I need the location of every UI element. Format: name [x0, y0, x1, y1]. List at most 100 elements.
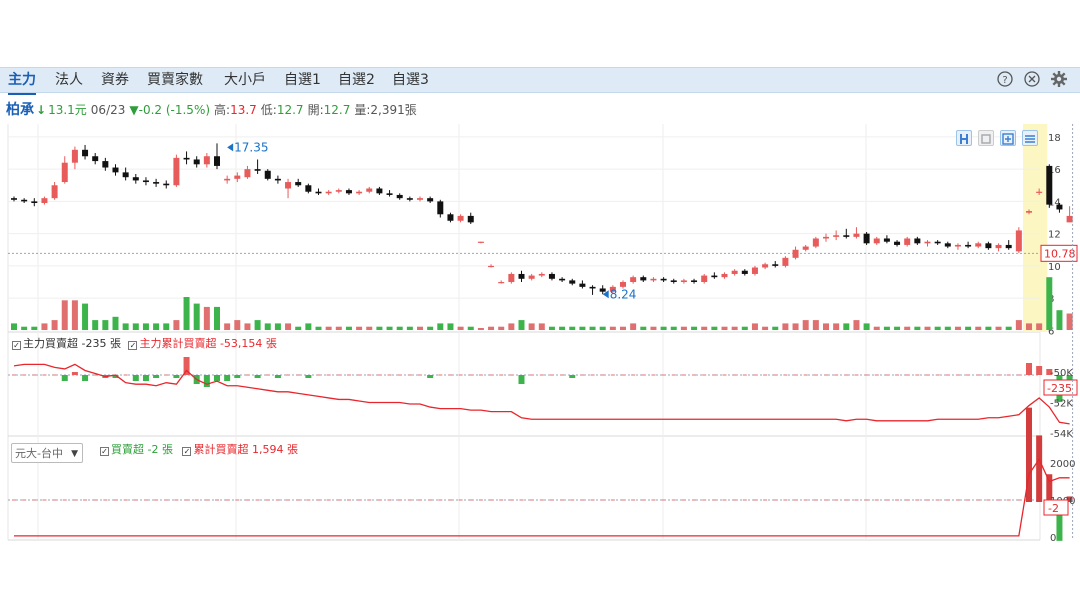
net-bar — [1026, 363, 1032, 375]
price-tick-label: 18 — [1048, 133, 1061, 144]
net-bar — [225, 499, 230, 501]
volume-bar — [823, 323, 829, 330]
net-bar — [194, 499, 199, 501]
volume-bar — [975, 326, 982, 330]
volume-bar — [224, 323, 231, 330]
candle-body — [802, 246, 809, 250]
branch-select[interactable]: 元大-台中 ▼ — [11, 443, 83, 463]
candle-body — [183, 157, 190, 160]
volume-bar — [21, 326, 28, 330]
candle-body — [142, 180, 149, 183]
volume-bar — [965, 326, 972, 330]
volume-bar — [741, 326, 748, 330]
net-bar — [834, 499, 839, 501]
net-bar — [133, 499, 138, 501]
net-bar — [82, 375, 89, 381]
checkbox-icon[interactable]: ✓ — [128, 341, 138, 350]
candle-body — [386, 193, 393, 195]
volume-bar — [599, 326, 606, 330]
main-force-tick-label: -50K — [1050, 368, 1073, 379]
volume-bar — [1056, 310, 1063, 330]
net-bar — [123, 499, 128, 501]
volume-bar — [569, 326, 576, 330]
net-bar — [377, 499, 382, 501]
net-bar — [813, 374, 818, 376]
volume-bar — [772, 326, 779, 330]
volume-bar — [508, 323, 515, 330]
checkbox-icon[interactable]: ✓ — [12, 341, 21, 350]
candle-body — [345, 190, 352, 194]
volume-bar — [1066, 313, 1073, 330]
net-bar — [580, 374, 585, 376]
reset-icon[interactable] — [978, 130, 994, 146]
volume-bar — [376, 326, 383, 330]
net-bar — [631, 499, 636, 501]
net-bar — [357, 499, 362, 501]
settings-list-icon[interactable] — [1022, 130, 1038, 146]
candle-body — [823, 236, 829, 239]
candle-body — [538, 273, 545, 276]
net-bar — [154, 499, 159, 501]
candle-body — [193, 159, 200, 165]
volume-bar — [295, 326, 302, 330]
chevron-down-icon: ▼ — [71, 449, 78, 459]
net-bar — [428, 499, 433, 501]
net-bar — [549, 499, 554, 501]
net-bar — [783, 374, 788, 376]
net-bar — [93, 499, 98, 501]
annotation-arrow-icon — [227, 143, 234, 152]
volume-bar — [193, 303, 200, 330]
candle-body — [559, 278, 566, 281]
volume-bar — [1005, 326, 1012, 330]
net-bar — [418, 499, 422, 501]
net-bar — [793, 499, 798, 501]
candle-body — [863, 233, 870, 244]
candle-body — [102, 161, 109, 168]
volume-bar — [41, 323, 48, 330]
net-bar — [925, 499, 930, 501]
net-bar — [367, 374, 372, 376]
net-bar — [418, 374, 422, 376]
volume-bar — [630, 323, 637, 330]
candle-body — [508, 273, 515, 283]
volume-bar — [477, 328, 484, 330]
volume-bar — [904, 326, 911, 330]
candle-body — [71, 149, 78, 163]
net-bar — [915, 374, 920, 376]
net-bar — [610, 499, 615, 501]
net-bar — [610, 374, 615, 376]
branch-legend: ✓ 買賣超 -2 張 ✓ 累計買賣超 1,594 張 — [100, 443, 298, 457]
cumulative-line — [14, 457, 1070, 537]
net-bar — [62, 499, 67, 501]
net-bar — [722, 374, 727, 376]
hold-icon[interactable] — [956, 130, 972, 146]
candle-body — [244, 169, 251, 178]
net-bar — [407, 374, 412, 376]
candle-body — [92, 156, 99, 162]
chart-area[interactable]: 18161412108610.7817.358.24-50K-52K-54K-2… — [0, 0, 1080, 608]
main-force-net-label: 主力買賣超 -235 張 — [23, 337, 121, 350]
candle-body — [772, 264, 779, 266]
net-bar — [874, 499, 879, 501]
candle-body — [985, 243, 992, 249]
candle-body — [285, 182, 292, 189]
net-bar — [844, 499, 849, 501]
volume-bar — [853, 320, 860, 330]
checkbox-icon[interactable]: ✓ — [100, 447, 109, 456]
net-bar — [702, 374, 707, 376]
net-bar — [864, 374, 869, 376]
volume-bar — [315, 326, 322, 330]
net-bar — [773, 374, 778, 376]
net-bar — [32, 499, 37, 501]
net-bar — [448, 374, 453, 376]
net-bar — [235, 499, 240, 501]
net-bar — [1036, 435, 1043, 502]
volume-bar — [538, 323, 545, 330]
net-bar — [834, 374, 839, 376]
checkbox-icon[interactable]: ✓ — [182, 447, 192, 456]
zoom-in-icon[interactable] — [1000, 130, 1016, 146]
price-tick-label: 12 — [1048, 230, 1061, 241]
net-bar — [245, 374, 250, 376]
volume-bar — [701, 326, 708, 330]
volume-bar — [924, 326, 931, 330]
